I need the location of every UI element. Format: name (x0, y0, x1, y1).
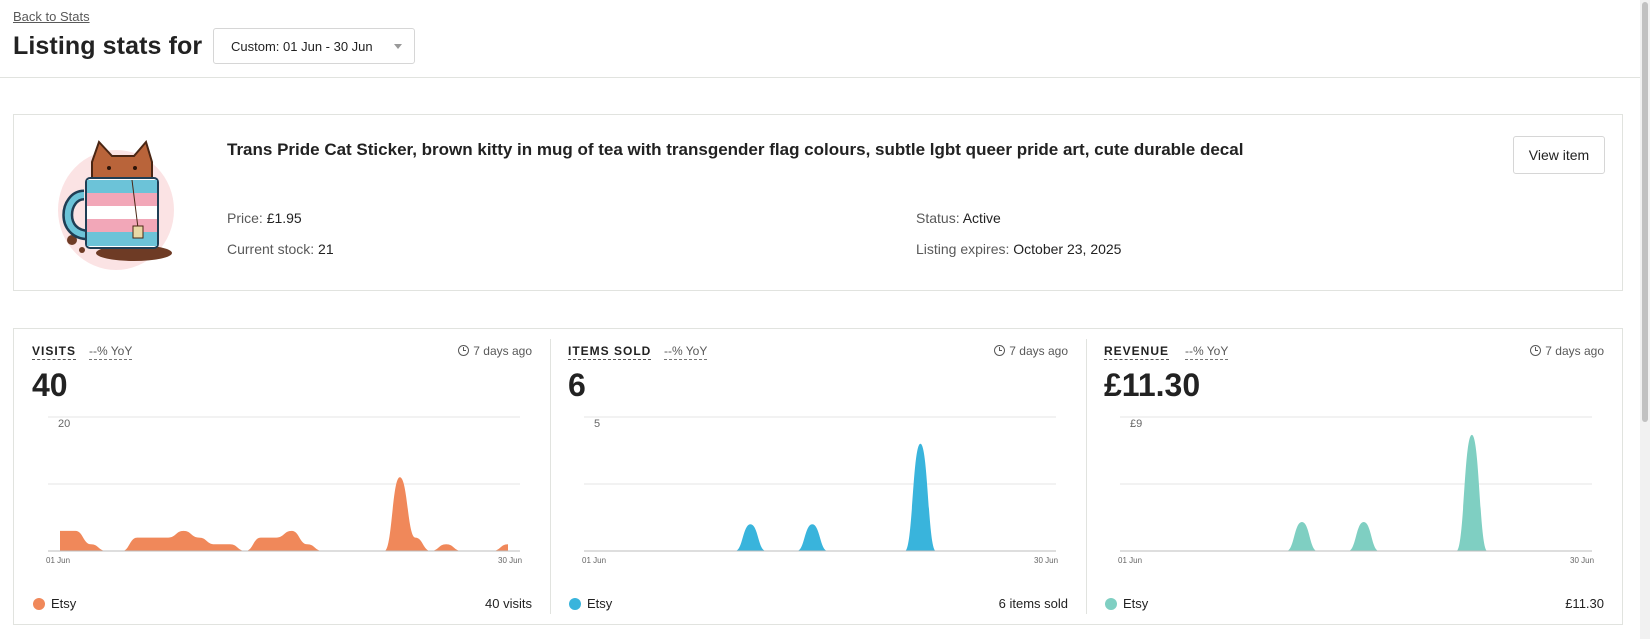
page-header: Back to Stats Listing stats for Custom: … (0, 0, 1640, 78)
stats-panel: VISITS --% YoY 7 days ago 40 20 01 Jun 30 … (13, 328, 1623, 625)
series-area (48, 477, 508, 551)
legend-total: 6 items sold (998, 596, 1068, 611)
scrollbar-thumb[interactable] (1642, 2, 1648, 422)
expires-row: Listing expires: October 23, 2025 (916, 241, 1121, 257)
expires-label: Listing expires: (916, 241, 1010, 257)
yoy-change[interactable]: --% YoY (1185, 344, 1229, 360)
legend-name: Etsy (51, 596, 77, 611)
clock-icon (994, 345, 1006, 356)
status-value: Active (962, 210, 1001, 226)
updated-time: 7 days ago (994, 344, 1068, 358)
page-scrollbar[interactable] (1640, 0, 1650, 639)
chevron-down-icon (394, 44, 402, 49)
stock-value: 21 (318, 241, 334, 257)
updated-text: 7 days ago (1545, 344, 1604, 358)
y-tick-label: £9 (1130, 418, 1142, 430)
stat-label[interactable]: REVENUE (1104, 344, 1170, 360)
updated-text: 7 days ago (1009, 344, 1068, 358)
stat-label[interactable]: ITEMS SOLD (568, 344, 652, 360)
legend-name: Etsy (1123, 596, 1149, 611)
legend-dot (1105, 598, 1117, 610)
stock-row: Current stock: 21 (227, 241, 334, 257)
series-area (1120, 434, 1580, 551)
legend-dot (33, 598, 45, 610)
view-item-button[interactable]: View item (1513, 136, 1605, 174)
yoy-change[interactable]: --% YoY (664, 344, 708, 360)
x-tick-start: 01 Jun (1118, 556, 1142, 565)
x-tick-start: 01 Jun (582, 556, 606, 565)
back-to-stats-link[interactable]: Back to Stats (13, 9, 90, 24)
price-value: £1.95 (266, 210, 302, 226)
yoy-change[interactable]: --% YoY (89, 344, 133, 360)
stat-value: 40 (32, 367, 68, 403)
legend-dot (569, 598, 581, 610)
x-tick-end: 30 Jun (498, 556, 522, 565)
stock-label: Current stock: (227, 241, 315, 257)
listing-thumbnail[interactable] (54, 140, 189, 270)
legend-name: Etsy (587, 596, 613, 611)
updated-time: 7 days ago (1530, 344, 1604, 358)
series-area (584, 443, 1044, 551)
listing-card: Trans Pride Cat Sticker, brown kitty in … (13, 114, 1623, 291)
x-tick-end: 30 Jun (1570, 556, 1594, 565)
x-tick-start: 01 Jun (46, 556, 70, 565)
stat-label[interactable]: VISITS (32, 344, 77, 360)
listing-title[interactable]: Trans Pride Cat Sticker, brown kitty in … (227, 139, 1407, 161)
items-sold-stat: ITEMS SOLD --% YoY 7 days ago 6 5 01 Jun 3… (550, 329, 1086, 624)
legend-total: £11.30 (1565, 596, 1604, 611)
stat-value: £11.30 (1104, 367, 1201, 403)
visits-stat: VISITS --% YoY 7 days ago 40 20 01 Jun 30 … (14, 329, 550, 624)
revenue-stat: REVENUE --% YoY 7 days ago £11.30 £9 01 J… (1086, 329, 1622, 624)
updated-time: 7 days ago (458, 344, 532, 358)
expires-value: October 23, 2025 (1013, 241, 1122, 257)
items-sold-chart[interactable]: 5 01 Jun 30 Jun (564, 411, 1072, 571)
y-tick-label: 5 (594, 418, 600, 430)
date-range-value: Custom: 01 Jun - 30 Jun (231, 39, 373, 54)
status-row: Status: Active (916, 210, 1001, 226)
updated-text: 7 days ago (473, 344, 532, 358)
page-title: Listing stats for (13, 32, 203, 60)
price-label: Price: (227, 210, 263, 226)
stat-value: 6 (568, 367, 586, 403)
y-tick-label: 20 (58, 418, 70, 430)
clock-icon (458, 345, 470, 356)
status-label: Status: (916, 210, 960, 226)
x-tick-end: 30 Jun (1034, 556, 1058, 565)
price-row: Price: £1.95 (227, 210, 302, 226)
date-range-select[interactable]: Custom: 01 Jun - 30 Jun (213, 28, 415, 64)
visits-chart[interactable]: 20 01 Jun 30 Jun (28, 411, 536, 571)
revenue-chart[interactable]: £9 01 Jun 30 Jun (1100, 411, 1608, 571)
clock-icon (1530, 345, 1542, 356)
legend-total: 40 visits (485, 596, 532, 611)
